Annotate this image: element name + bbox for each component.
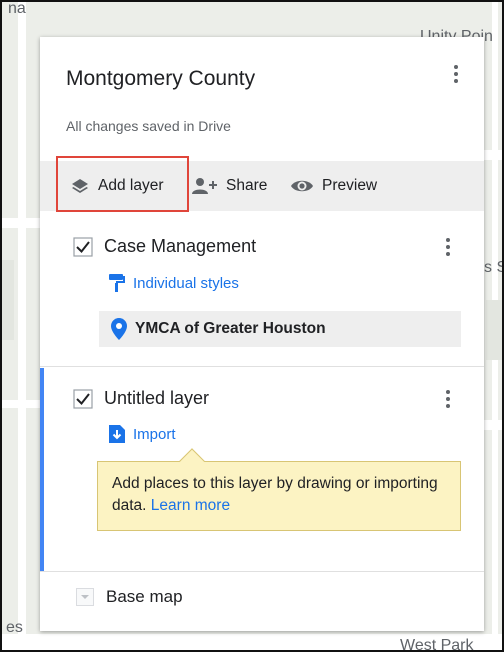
map-pin-icon	[111, 318, 127, 340]
more-vert-icon[interactable]	[436, 232, 460, 262]
eye-icon	[291, 180, 313, 192]
share-button[interactable]: Share	[192, 161, 267, 211]
place-label: YMCA of Greater Houston	[135, 320, 326, 337]
save-status: All changes saved in Drive	[66, 118, 231, 134]
layer-divider	[40, 366, 484, 367]
checkbox-checked-icon[interactable]	[73, 237, 93, 257]
more-vert-icon[interactable]	[444, 59, 468, 89]
map-editor-panel: Montgomery County All changes saved in D…	[40, 37, 484, 631]
map-label-bottom: West Park	[400, 637, 474, 652]
tooltip-arrow	[179, 448, 205, 474]
layer-title-untitled[interactable]: Untitled layer	[104, 388, 209, 409]
add-person-icon	[192, 178, 217, 194]
place-item[interactable]: YMCA of Greater Houston	[99, 311, 461, 347]
map-title[interactable]: Montgomery County	[66, 67, 255, 91]
import-icon	[109, 425, 125, 443]
map-label-bottom-left: es	[6, 619, 23, 636]
add-layer-button[interactable]: Add layer	[70, 161, 163, 211]
map-label-top-left: na	[8, 0, 26, 17]
more-vert-icon[interactable]	[436, 384, 460, 414]
base-map-label: Base map	[106, 587, 183, 606]
individual-styles-link[interactable]: Individual styles	[108, 273, 239, 293]
learn-more-link[interactable]: Learn more	[151, 497, 230, 514]
preview-button[interactable]: Preview	[290, 161, 377, 211]
individual-styles-label: Individual styles	[133, 274, 239, 292]
active-layer-indicator	[40, 368, 44, 571]
dropdown-arrow-icon	[76, 588, 94, 606]
map-label-right: s S	[484, 259, 504, 276]
basemap-divider	[40, 571, 484, 572]
import-link[interactable]: Import	[108, 424, 176, 444]
paint-roller-icon	[109, 274, 125, 292]
layer-toolbar: Add layer Share Preview	[40, 161, 484, 211]
empty-layer-tooltip: Add places to this layer by drawing or i…	[97, 448, 461, 531]
checkbox-checked-icon[interactable]	[73, 389, 93, 409]
preview-label: Preview	[322, 177, 378, 194]
layer-title-case-management[interactable]: Case Management	[104, 236, 256, 257]
share-label: Share	[226, 177, 268, 194]
layers-icon	[72, 179, 88, 193]
add-layer-label: Add layer	[98, 177, 164, 194]
import-label: Import	[133, 425, 176, 443]
base-map-toggle[interactable]: Base map	[76, 587, 183, 607]
